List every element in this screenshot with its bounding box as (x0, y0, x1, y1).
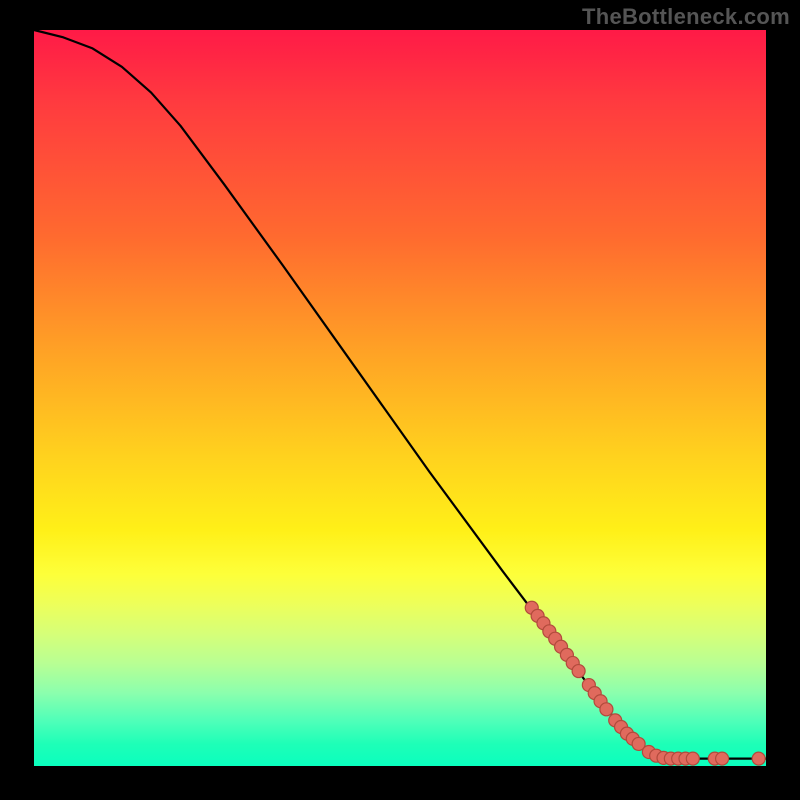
data-marker (752, 752, 765, 765)
chart-frame: TheBottleneck.com (0, 0, 800, 800)
bottleneck-curve (34, 30, 766, 759)
data-markers (525, 601, 765, 765)
plot-area (34, 30, 766, 766)
watermark-text: TheBottleneck.com (582, 4, 790, 30)
data-marker (600, 703, 613, 716)
curve-svg (34, 30, 766, 766)
data-marker (716, 752, 729, 765)
data-marker (572, 665, 585, 678)
data-marker (686, 752, 699, 765)
